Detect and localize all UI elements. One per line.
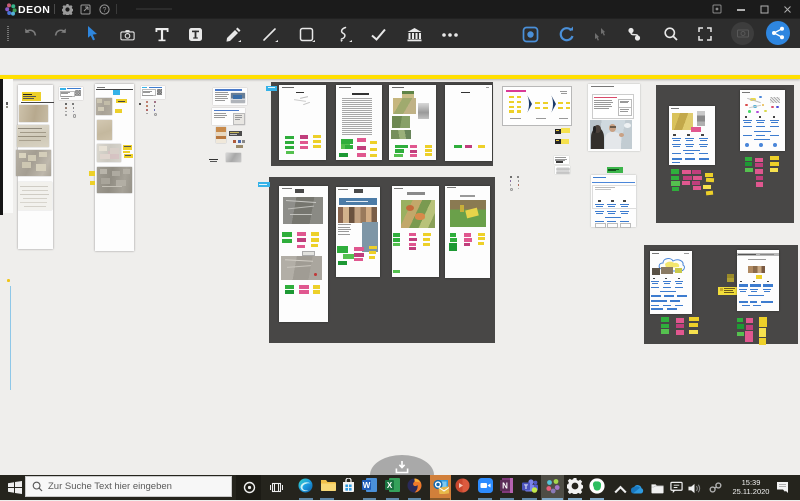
svg-text:N: N <box>502 482 508 491</box>
svg-text:T: T <box>524 484 528 491</box>
svg-text:W: W <box>363 481 371 490</box>
svg-text:X: X <box>387 481 393 490</box>
svg-text:?: ? <box>103 7 107 14</box>
